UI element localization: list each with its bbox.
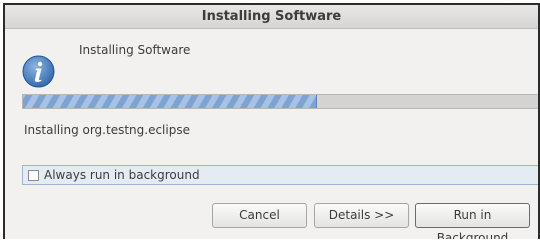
- details-button[interactable]: Details >>: [314, 203, 409, 228]
- always-run-background-checkbox[interactable]: [28, 170, 39, 181]
- cancel-button[interactable]: Cancel: [212, 203, 307, 228]
- progress-fill: [23, 95, 317, 108]
- progress-bar: [22, 94, 538, 109]
- dialog-title: Installing Software: [201, 9, 342, 24]
- always-run-background-label[interactable]: Always run in background: [44, 168, 200, 182]
- install-dialog: Installing Software Installing Software …: [3, 3, 540, 239]
- header-text: Installing Software: [79, 43, 191, 57]
- task-status-text: Installing org.testng.eclipse: [24, 123, 190, 137]
- always-run-background-row[interactable]: Always run in background: [22, 165, 538, 185]
- dialog-title-bar[interactable]: Installing Software: [5, 5, 538, 29]
- run-in-background-button[interactable]: Run in Background: [415, 203, 530, 239]
- info-icon: [22, 55, 55, 88]
